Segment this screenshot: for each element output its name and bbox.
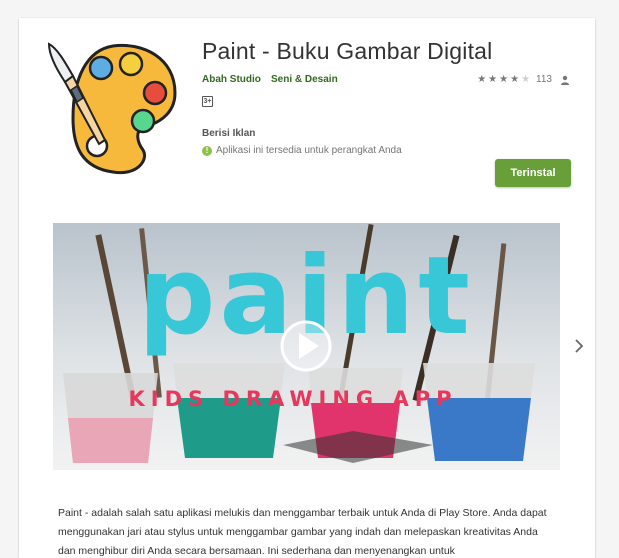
star-icon: ★ — [499, 74, 509, 85]
app-details-card: Paint - Buku Gambar Digital Abah Studio … — [19, 18, 595, 558]
paint-palette-icon — [47, 42, 177, 175]
video-subtitle-text: KIDS DRAWING APP — [129, 387, 458, 411]
info-icon: ! — [202, 145, 212, 156]
star-icon: ★ — [488, 74, 498, 85]
developer-link[interactable]: Abah Studio — [202, 74, 261, 85]
chevron-right-icon[interactable] — [572, 336, 586, 356]
rating-count: 113 — [536, 74, 552, 85]
star-empty-icon: ★ — [521, 74, 531, 85]
contains-ads-label: Berisi Iklan — [202, 128, 256, 139]
age-rating-badge: 3+ — [202, 96, 213, 107]
installed-button[interactable]: Terinstal — [495, 159, 571, 187]
star-icon: ★ — [477, 74, 487, 85]
app-description: Paint - adalah salah satu aplikasi meluk… — [58, 507, 547, 557]
play-icon[interactable] — [280, 320, 332, 372]
availability-text: Aplikasi ini tersedia untuk perangkat An… — [216, 145, 402, 156]
rating-summary: ★ ★ ★ ★ ★ 113 — [477, 74, 570, 85]
video-thumbnail: paint KIDS DRAWING APP — [53, 223, 560, 470]
category-link[interactable]: Seni & Desain — [271, 74, 338, 85]
availability-notice: ! Aplikasi ini tersedia untuk perangkat … — [202, 145, 402, 156]
star-icon: ★ — [510, 74, 520, 85]
person-icon — [561, 75, 569, 85]
promo-video[interactable]: paint KIDS DRAWING APP — [53, 223, 560, 470]
app-title: Paint - Buku Gambar Digital — [202, 38, 493, 64]
